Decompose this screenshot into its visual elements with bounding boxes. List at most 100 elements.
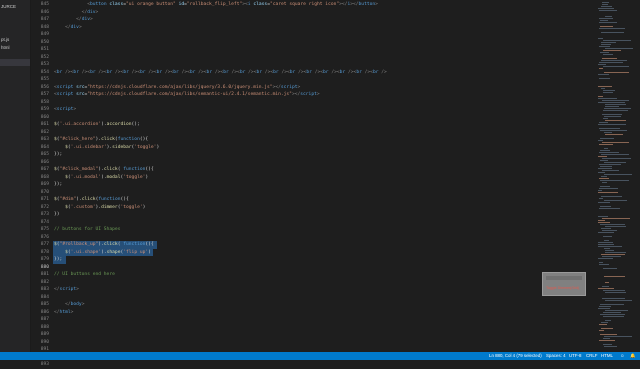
minimap-line <box>604 240 609 241</box>
minimap-line <box>601 60 627 61</box>
minimap-line <box>599 324 607 325</box>
code-line[interactable]: $('.ui.accordion').accordion(); <box>54 121 140 129</box>
line-number: 877 <box>40 242 49 247</box>
minimap-line <box>600 314 625 315</box>
minimap-line <box>605 104 626 105</box>
minimap-line <box>599 46 610 47</box>
code-line[interactable]: $('.ui.sidebar').sidebar('toggle') <box>54 144 159 152</box>
minimap-line <box>603 290 625 291</box>
minimap-line <box>599 144 613 145</box>
minimap-line <box>598 288 614 289</box>
minimap-line <box>598 172 605 173</box>
minimap-line <box>602 158 631 159</box>
code-line[interactable]: <script src="https://cdnjs.cloudflare.co… <box>54 84 300 92</box>
minimap-line <box>600 20 608 21</box>
code-line[interactable]: $('.ui.shape').shape('flip up') <box>54 249 151 257</box>
minimap-line <box>601 228 611 229</box>
minimap-line <box>602 230 617 231</box>
line-number: 890 <box>40 339 49 345</box>
minimap-line <box>600 334 617 335</box>
minimap-line <box>601 196 622 197</box>
status-language[interactable]: HTML <box>601 352 613 360</box>
status-cursor-position[interactable]: Ln 880, Col 4 (79 selected) <box>489 352 542 360</box>
minimap-line <box>600 150 610 151</box>
minimap-line <box>603 118 608 119</box>
code-line[interactable]: $("#click_modal").click( function(){ <box>54 166 154 174</box>
line-number: 870 <box>40 189 49 195</box>
line-number: 893 <box>40 362 49 367</box>
line-number: 879 <box>40 257 49 262</box>
minimap-line <box>599 208 620 209</box>
minimap-line <box>598 124 626 125</box>
minimap-line <box>602 142 629 143</box>
minimap-line <box>598 96 603 97</box>
minimap-line <box>599 264 609 265</box>
code-line[interactable]: $("#rollback_up").click( function(){ <box>54 241 154 249</box>
feedback-icon[interactable]: ☺ <box>620 352 624 360</box>
minimap-line <box>604 132 612 133</box>
status-encoding[interactable]: UTF-8 <box>569 352 581 360</box>
line-number: 885 <box>40 302 49 307</box>
status-bar: Ln 880, Col 4 (79 selected) Spaces: 4 UT… <box>0 352 640 360</box>
minimap-line <box>605 106 619 107</box>
code-line[interactable]: $('.ui.modal').modal('toggle') <box>54 174 148 182</box>
minimap-line <box>603 54 613 55</box>
minimap-line <box>604 346 617 347</box>
minimap-line <box>605 226 626 227</box>
code-line[interactable]: }) <box>54 211 60 219</box>
line-number: 882 <box>40 279 49 285</box>
minimap-line <box>599 178 609 179</box>
code-line[interactable]: $('.custom').dimmer('toggle') <box>54 204 145 212</box>
line-number: 862 <box>40 129 49 135</box>
line-number: 845 <box>40 2 49 7</box>
line-number: 852 <box>40 54 49 60</box>
sidebar-item[interactable]: JURCE <box>0 3 30 10</box>
minimap-line <box>599 306 611 307</box>
code-line[interactable]: </script> <box>54 286 79 294</box>
code-line[interactable]: </div> <box>54 9 99 17</box>
status-eol[interactable]: CRLF <box>586 352 597 360</box>
code-line[interactable]: </html> <box>54 309 73 317</box>
code-line[interactable]: <script src="https://cdnjs.cloudflare.co… <box>54 91 320 99</box>
minimap-line <box>598 86 612 87</box>
minimap-line <box>598 74 609 75</box>
minimap-line <box>602 2 609 3</box>
code-line[interactable]: }); <box>54 256 62 264</box>
minimap-line <box>604 72 629 73</box>
code-line[interactable]: // buttons for UI Shapes <box>54 226 120 234</box>
code-line[interactable]: </div> <box>54 24 82 32</box>
line-number: 867 <box>40 167 49 172</box>
line-number: 880 <box>40 264 49 270</box>
notifications-icon[interactable]: 🔔 <box>630 352 635 360</box>
minimap-line <box>605 252 626 253</box>
minimap-line <box>601 44 611 45</box>
line-number: 860 <box>40 114 49 120</box>
minimap-line <box>603 90 615 91</box>
minimap-line <box>605 120 626 121</box>
code-line[interactable]: $("#dim").click(function(){ <box>54 196 129 204</box>
code-line[interactable]: // UI buttons end here <box>54 271 115 279</box>
explorer-sidebar: JURCE pt.js html <box>0 0 31 352</box>
code-line[interactable]: }); <box>54 181 62 189</box>
status-indentation[interactable]: Spaces: 4 <box>546 352 566 360</box>
code-editor[interactable]: <button class="ui orange button" id="rol… <box>54 0 594 352</box>
minimap-line <box>598 156 607 157</box>
sidebar-item[interactable]: html <box>0 44 30 51</box>
code-line[interactable]: <button class="ui orange button" id="rol… <box>54 1 378 9</box>
minimap-line <box>605 48 633 49</box>
line-number: 857 <box>40 92 49 97</box>
line-number: 854 <box>40 69 49 75</box>
minimap-line <box>599 28 625 29</box>
code-line[interactable]: </div> <box>54 16 93 24</box>
code-line[interactable]: <script> <box>54 106 76 114</box>
minimap[interactable] <box>596 0 640 352</box>
sidebar-item[interactable]: pt.js <box>0 36 30 43</box>
code-line[interactable]: $("#click_here").click(function(){ <box>54 136 148 144</box>
sidebar-item[interactable] <box>0 59 30 66</box>
line-number: 871 <box>40 197 49 202</box>
code-line[interactable]: }); <box>54 151 62 159</box>
code-line[interactable]: </body> <box>54 301 84 309</box>
minimap-line <box>604 276 625 277</box>
code-line[interactable]: <br /><br /><br /><br /><br /><br /><br … <box>54 69 387 77</box>
minimap-line <box>598 222 610 223</box>
